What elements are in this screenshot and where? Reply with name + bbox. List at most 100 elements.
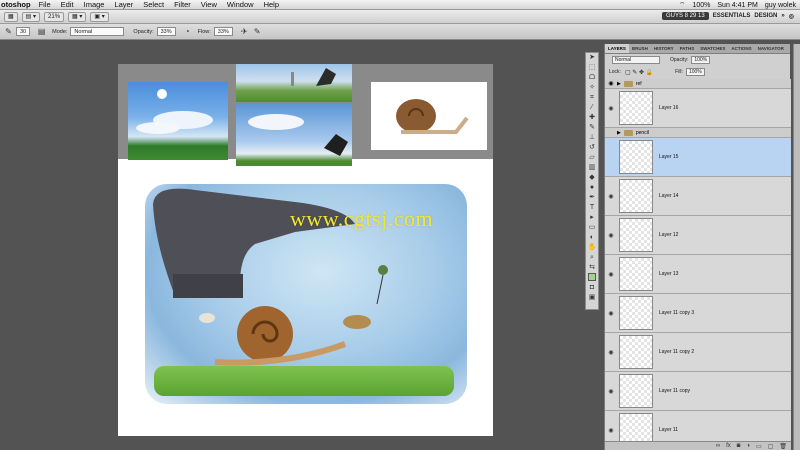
- workspace-essentials[interactable]: ESSENTIALS: [713, 13, 751, 19]
- color-swatch-icon[interactable]: [586, 273, 598, 283]
- clock[interactable]: Sun 4:41 PM: [717, 2, 757, 9]
- quick-select-tool-icon[interactable]: ✧: [586, 83, 598, 93]
- eye-icon[interactable]: ◉: [605, 193, 617, 200]
- menu-select[interactable]: Select: [143, 0, 164, 9]
- chevron-right-icon[interactable]: ▶: [617, 130, 621, 136]
- hand-tool-icon[interactable]: ✋: [586, 243, 598, 253]
- marquee-tool-icon[interactable]: ⬚: [586, 63, 598, 73]
- eye-icon[interactable]: ◉: [605, 388, 617, 395]
- folder-icon[interactable]: ▭: [756, 443, 762, 450]
- opacity-field[interactable]: 33%: [156, 27, 176, 36]
- mode-select[interactable]: Normal: [70, 27, 125, 36]
- brush-tool-icon[interactable]: ✎: [4, 27, 13, 36]
- adjust-icon[interactable]: ◑: [746, 443, 750, 449]
- tab-swatches[interactable]: SWATCHES: [697, 44, 728, 53]
- dodge-tool-icon[interactable]: ●: [586, 183, 598, 193]
- menu-window[interactable]: Window: [227, 0, 254, 9]
- brush-size[interactable]: 30: [16, 27, 31, 36]
- tab-brush[interactable]: BRUSH: [629, 44, 651, 53]
- lock-icon[interactable]: ▢ ✎ ✥ 🔒: [625, 69, 653, 76]
- eraser-tool-icon[interactable]: ▱: [586, 153, 598, 163]
- layer-group-pencil[interactable]: ▶ pencil: [605, 128, 791, 138]
- pen-tool-icon[interactable]: ✒: [586, 193, 598, 203]
- cs-live-icon[interactable]: ◎: [789, 13, 794, 20]
- layer-row[interactable]: ◉ Layer 12: [605, 216, 791, 255]
- fx-icon[interactable]: fx: [726, 443, 731, 449]
- menu-layer[interactable]: Layer: [114, 0, 133, 9]
- gradient-tool-icon[interactable]: ▥: [586, 163, 598, 173]
- more-workspaces-button[interactable]: »: [781, 13, 784, 19]
- ps-logo-icon[interactable]: ▦: [4, 11, 18, 22]
- eye-icon[interactable]: ◉: [605, 232, 617, 239]
- path-select-icon[interactable]: ▸: [586, 213, 598, 223]
- menu-image[interactable]: Image: [84, 0, 105, 9]
- screen-mode-icon[interactable]: ▣: [586, 293, 598, 303]
- blend-mode-select[interactable]: Normal: [612, 56, 660, 64]
- eye-icon[interactable]: ◉: [605, 310, 617, 317]
- tab-actions[interactable]: ACTIONS: [728, 44, 754, 53]
- menu-view[interactable]: View: [201, 0, 217, 9]
- healing-tool-icon[interactable]: ✚: [586, 113, 598, 123]
- chevron-right-icon[interactable]: ▶: [617, 81, 621, 87]
- layer-row[interactable]: ◉ Layer 11 copy 3: [605, 294, 791, 333]
- pressure-size-icon[interactable]: ✎: [253, 27, 262, 36]
- quick-mask-icon[interactable]: ◘: [586, 283, 598, 293]
- workspace-badge[interactable]: GUYS 8 29 13: [662, 12, 709, 20]
- fill-field[interactable]: 100%: [685, 68, 705, 76]
- eye-icon[interactable]: ◉: [605, 349, 617, 356]
- screen-mode-button[interactable]: ▣ ▾: [90, 11, 109, 22]
- 3d-rotate-icon[interactable]: ◐: [586, 233, 598, 243]
- battery-text[interactable]: 100%: [692, 2, 710, 9]
- tab-layers[interactable]: LAYERS: [605, 44, 629, 53]
- user-name[interactable]: guy wolek: [765, 2, 796, 9]
- panel-scrollbar[interactable]: [793, 44, 800, 450]
- blur-tool-icon[interactable]: ◆: [586, 173, 598, 183]
- eyedropper-tool-icon[interactable]: ⁄: [586, 103, 598, 113]
- layer-row[interactable]: ◉ Layer 13: [605, 255, 791, 294]
- app-menu[interactable]: otoshop: [1, 0, 31, 9]
- wifi-icon[interactable]: ⌔: [679, 1, 686, 10]
- brush-panel-icon[interactable]: ▤: [37, 27, 46, 36]
- link-icon[interactable]: ∞: [716, 443, 720, 449]
- layer-row[interactable]: ◉ Layer 16: [605, 89, 791, 128]
- menu-edit[interactable]: Edit: [61, 0, 74, 9]
- tab-paths[interactable]: PATHS: [677, 44, 698, 53]
- eye-icon[interactable]: ◉: [605, 80, 617, 87]
- crop-tool-icon[interactable]: ⌗: [586, 93, 598, 103]
- layer-row[interactable]: ◉ Layer 14: [605, 177, 791, 216]
- trash-icon[interactable]: 🗑: [779, 443, 787, 450]
- layer-row[interactable]: ◉ Layer 11: [605, 411, 791, 441]
- eye-icon[interactable]: ◉: [605, 271, 617, 278]
- layer-row[interactable]: ◉ Layer 11 copy 2: [605, 333, 791, 372]
- layer-row[interactable]: ◉ Layer 11 copy: [605, 372, 791, 411]
- zoom-tool-icon[interactable]: ⌕: [586, 253, 598, 263]
- zoom-level-select[interactable]: 21%: [44, 11, 65, 22]
- brush-tool-icon-2[interactable]: ✎: [586, 123, 598, 133]
- layer-group-ref[interactable]: ◉ ▶ ref: [605, 79, 791, 89]
- workspace-design[interactable]: DESIGN: [754, 13, 777, 19]
- new-layer-icon[interactable]: ▢: [768, 443, 774, 450]
- eye-icon[interactable]: ◉: [605, 427, 617, 434]
- shape-tool-icon[interactable]: ▭: [586, 223, 598, 233]
- airbrush-icon[interactable]: ✈: [240, 27, 249, 36]
- pressure-opacity-icon[interactable]: ◔: [183, 27, 192, 36]
- eye-icon[interactable]: ◉: [605, 105, 617, 112]
- menu-help[interactable]: Help: [264, 0, 279, 9]
- view-extras-button[interactable]: ▦ ▾: [68, 11, 87, 22]
- swap-colors-icon[interactable]: ⇆: [586, 263, 598, 273]
- layer-opacity-field[interactable]: 100%: [691, 56, 711, 64]
- flow-field[interactable]: 33%: [213, 27, 233, 36]
- stamp-tool-icon[interactable]: ⊥: [586, 133, 598, 143]
- menu-file[interactable]: File: [39, 0, 51, 9]
- type-tool-icon[interactable]: T: [586, 203, 598, 213]
- move-tool-icon[interactable]: ➤: [586, 53, 598, 63]
- menu-filter[interactable]: Filter: [174, 0, 191, 9]
- lasso-tool-icon[interactable]: ᗝ: [586, 73, 598, 83]
- tab-navigator[interactable]: NAVIGATOR: [755, 44, 787, 53]
- layer-row-selected[interactable]: Layer 15: [605, 138, 791, 177]
- tab-history[interactable]: HISTORY: [651, 44, 677, 53]
- arrange-documents-button[interactable]: ▤ ▾: [21, 11, 41, 22]
- document-canvas[interactable]: [118, 64, 493, 436]
- history-brush-icon[interactable]: ↺: [586, 143, 598, 153]
- mask-icon[interactable]: ◙: [737, 443, 741, 449]
